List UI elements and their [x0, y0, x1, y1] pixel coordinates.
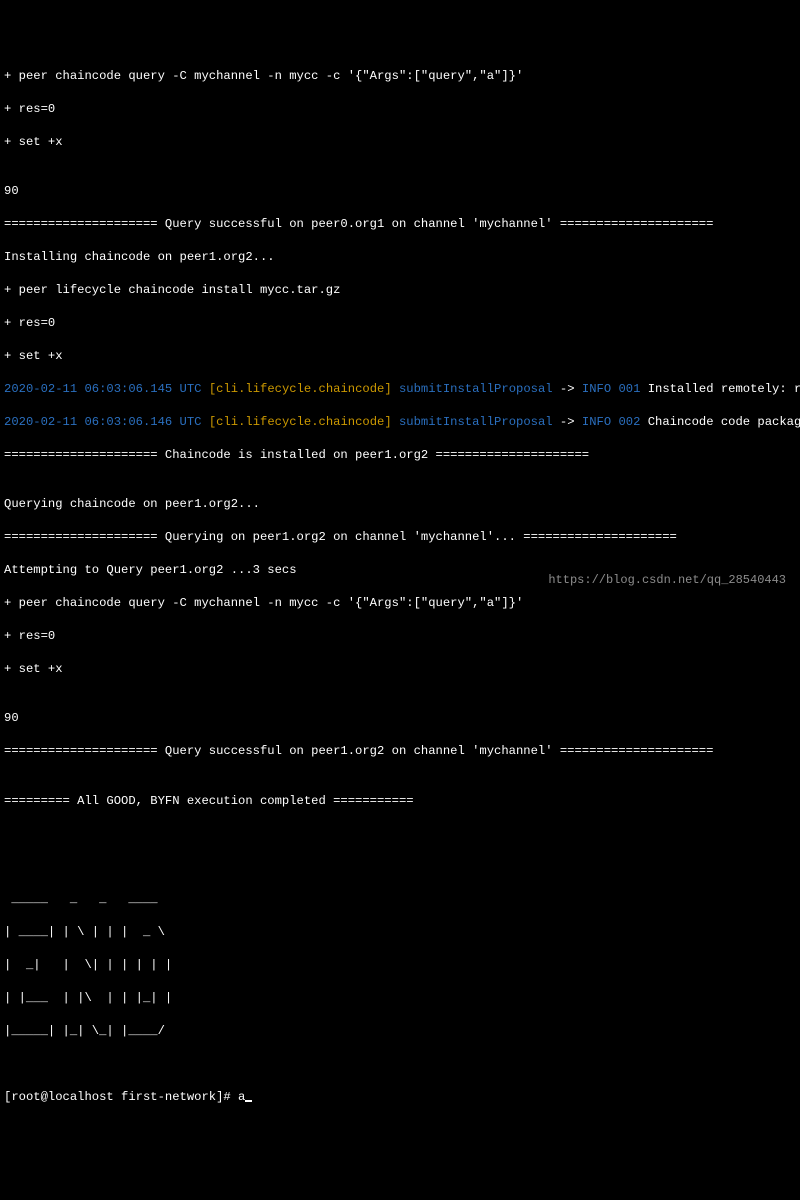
log-message: Installed remotely: response:<status:200… — [640, 382, 800, 396]
terminal-line: + res=0 — [4, 628, 796, 644]
shell-prompt[interactable]: [root@localhost first-network]# a — [4, 1089, 796, 1105]
completion-message: ========= All GOOD, BYFN execution compl… — [4, 793, 796, 809]
terminal-line: + res=0 — [4, 315, 796, 331]
blank-line — [4, 858, 796, 874]
terminal-line: Querying chaincode on peer1.org2... — [4, 496, 796, 512]
prompt-command[interactable]: a — [238, 1090, 245, 1104]
log-arrow: -> — [560, 415, 575, 429]
log-message: Chaincode code package identifier: mycc_… — [640, 415, 800, 429]
terminal-line: 90 — [4, 710, 796, 726]
ascii-art-line: _____ _ _ ____ — [4, 891, 796, 907]
blank-line — [4, 825, 796, 841]
terminal-line: + peer lifecycle chaincode install mycc.… — [4, 282, 796, 298]
terminal-line: + set +x — [4, 134, 796, 150]
watermark: https://blog.csdn.net/qq_28540443 — [548, 572, 786, 588]
log-method: submitInstallProposal — [399, 382, 553, 396]
terminal-line: ===================== Query successful o… — [4, 743, 796, 759]
log-module: [cli.lifecycle.chaincode] — [209, 382, 392, 396]
terminal-line: + peer chaincode query -C mychannel -n m… — [4, 595, 796, 611]
log-timestamp: 2020-02-11 06:03:06.145 UTC — [4, 382, 201, 396]
log-timestamp: 2020-02-11 06:03:06.146 UTC — [4, 415, 201, 429]
terminal-line: Installing chaincode on peer1.org2... — [4, 249, 796, 265]
terminal-line: ===================== Query successful o… — [4, 216, 796, 232]
log-arrow: -> — [560, 382, 575, 396]
ascii-art-line: | |___ | |\ | | |_| | — [4, 990, 796, 1006]
terminal-line: + set +x — [4, 348, 796, 364]
log-line-1: 2020-02-11 06:03:06.145 UTC [cli.lifecyc… — [4, 381, 796, 397]
log-module: [cli.lifecycle.chaincode] — [209, 415, 392, 429]
cursor-icon — [245, 1100, 252, 1102]
ascii-art-line: | _| | \| | | | | | — [4, 957, 796, 973]
blank-line — [4, 1056, 796, 1072]
terminal-line: + set +x — [4, 661, 796, 677]
terminal-line: + res=0 — [4, 101, 796, 117]
log-level: INFO 001 — [582, 382, 641, 396]
prompt-prefix: [root@localhost first-network]# — [4, 1090, 238, 1104]
log-method: submitInstallProposal — [399, 415, 553, 429]
terminal-line: + peer chaincode query -C mychannel -n m… — [4, 68, 796, 84]
terminal-line: 90 — [4, 183, 796, 199]
log-level: INFO 002 — [582, 415, 641, 429]
terminal-line: ===================== Chaincode is insta… — [4, 447, 796, 463]
ascii-art-line: | ____| | \ | | | _ \ — [4, 924, 796, 940]
log-line-2: 2020-02-11 06:03:06.146 UTC [cli.lifecyc… — [4, 414, 796, 430]
terminal-line: ===================== Querying on peer1.… — [4, 529, 796, 545]
ascii-art-line: |_____| |_| \_| |____/ — [4, 1023, 796, 1039]
